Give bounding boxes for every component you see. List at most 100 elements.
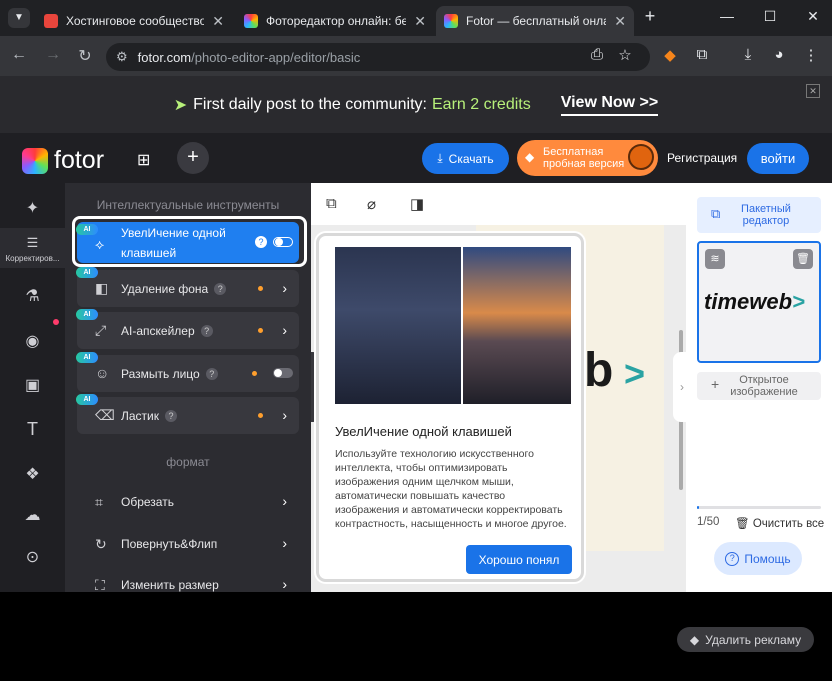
ai-badge: AI [76,267,98,278]
open-image-line1: Открытое [739,374,789,386]
tab-favicon-icon [44,14,58,28]
progress-fill [697,506,700,509]
menu-kebab-icon[interactable]: ⋮ [800,46,822,64]
download-label: Скачать [448,151,494,166]
close-tab-icon[interactable]: ✕ [414,13,426,30]
tool-label: Удаление фона [121,281,209,296]
address-bar[interactable]: ⚙ fotor.com /photo-editor-app/editor/bas… [106,43,650,71]
layers-icon[interactable]: ≋ [705,249,725,269]
resize-label: Изменить размер [121,578,219,592]
crop-item[interactable]: ⌗ Обрезать › [77,487,299,517]
blur-face-toggle[interactable] [273,368,293,378]
profile-avatar-icon[interactable]: ◕ [768,46,790,63]
add-plus-button[interactable]: + [177,142,209,174]
banner-close-icon[interactable]: ✕ [806,84,820,98]
tab-photo-editor[interactable]: Фоторедактор онлайн: бесп ✕ [236,6,434,36]
close-tab-icon[interactable]: ✕ [614,13,626,30]
back-icon[interactable]: ← [8,46,30,64]
install-app-icon[interactable]: ⎙ [586,46,608,63]
tool-label: Размыть лицо [121,366,200,381]
rail-elements-icon[interactable]: ❖ [0,464,65,484]
view-now-link[interactable]: View Now >> [560,94,659,116]
ai-upscaler-tool[interactable]: ⤢ AI-апскейлер ? › [77,312,299,349]
rail-frame-icon[interactable]: ▣ [0,375,65,395]
rotate-flip-item[interactable]: ↻ Повернуть&Флип › [77,529,299,559]
apps-grid-icon[interactable]: ⊞ [137,150,150,170]
erase-tool-icon[interactable]: ⌀ [367,195,376,213]
downloads-icon[interactable]: ⤓ [737,46,759,63]
trash-icon[interactable]: 🗑 [793,249,813,269]
help-question-icon[interactable]: ? [165,409,177,422]
rail-eye-icon[interactable]: ◉ [0,331,65,351]
rail-adjust-tab[interactable]: ☰ Корректиров... [0,228,65,268]
ai-badge: AI [76,352,98,363]
pumpkin-icon [628,144,654,170]
tab-timeweb[interactable]: Хостинговое сообщество «Т ✕ [36,6,232,36]
rail-text-icon[interactable]: T [0,419,65,440]
logo-text: fotor [54,146,105,174]
premium-dot [258,413,263,418]
rail-beaker-icon[interactable]: ⚗ [0,286,65,306]
maximize-icon[interactable]: ☐ [758,8,782,25]
free-trial-button[interactable]: ◆ Бесплатная пробная версия [517,140,658,176]
canvas-image-arrow: > [624,353,646,394]
chevron-right-icon: › [282,280,287,296]
got-it-button[interactable]: Хорошо понял [466,545,572,574]
fotor-logo-icon [22,147,48,174]
trial-label-line2: пробная версия [543,158,625,170]
open-image-button[interactable]: + Открытое изображение [697,372,821,400]
rail-magic-icon[interactable]: ✦ [0,198,65,218]
batch-label-line1: Пакетный [741,203,791,215]
register-link[interactable]: Регистрация [667,151,737,165]
remove-ads-button[interactable]: ◆ Удалить рекламу [677,627,814,652]
rotate-label: Повернуть&Флип [121,537,218,551]
fotor-logo[interactable]: fotor [22,146,104,175]
minimize-icon[interactable]: — [715,8,739,24]
bookmark-star-icon[interactable]: ☆ [614,46,636,64]
chevron-right-icon: › [282,576,287,592]
diamond-icon: ◆ [525,150,535,164]
help-circle-icon: ? [725,551,740,566]
clear-all-label: Очистить все [752,518,825,530]
extensions-icon[interactable]: ⧉ [691,46,713,63]
tab-favicon-icon [244,14,258,28]
batch-editor-button[interactable]: ⧉ Пакетный редактор [697,197,821,233]
remove-bg-icon: ◧ [95,280,109,296]
rotate-icon: ↻ [95,536,107,552]
download-button[interactable]: ⤓ Скачать [422,143,509,174]
image-thumbnail[interactable]: ≋ 🗑 timeweb> [697,241,821,363]
clear-all-button[interactable]: 🗑 Очистить все [735,516,824,530]
tab-fotor-active[interactable]: Fotor — бесплатный онлайн ✕ [436,6,634,36]
remove-bg-tool[interactable]: ◧ Удаление фона ? › [77,270,299,307]
blur-face-tool[interactable]: ☺ Размыть лицо ? [77,355,299,392]
thumbnail-brand: timeweb [704,289,793,314]
thumbnail-arrow: > [792,289,805,314]
notification-dot [53,319,59,325]
chevron-right-icon: › [282,407,287,423]
login-button[interactable]: войти [747,143,809,174]
close-tab-icon[interactable]: ✕ [212,13,224,30]
metamask-extension-icon[interactable]: ◆ [659,46,681,64]
tab-search-button[interactable]: ▼ [8,8,30,28]
resize-item[interactable]: ⛶ Изменить размер › [77,570,299,600]
after-half [461,247,571,404]
site-info-icon[interactable]: ⚙ [116,49,128,65]
close-window-icon[interactable]: ✕ [801,8,825,25]
forward-icon[interactable]: → [42,46,64,64]
rail-upload-icon[interactable]: ☁ [0,505,65,525]
compare-icon[interactable]: ◨ [410,195,424,213]
help-question-icon[interactable]: ? [205,367,218,380]
new-tab-button[interactable]: + [638,6,662,27]
canvas-image-text: b [584,344,614,397]
canvas-toolbar: ⧉ ⌀ ◨ [311,183,686,225]
help-question-icon[interactable]: ? [214,282,227,295]
help-button[interactable]: ? Помощь [714,542,802,575]
fit-screen-icon[interactable]: ⧉ [326,195,337,212]
help-question-icon[interactable]: ? [200,324,213,337]
eraser-tool[interactable]: ⌫ Ластик ? › [77,397,299,434]
batch-label: Пакетный редактор [741,203,791,227]
url-path: /photo-editor-app/editor/basic [191,49,361,65]
reload-icon[interactable]: ↻ [74,46,96,66]
open-image-label: Открытое изображение [730,374,798,398]
rail-more-icon[interactable]: ⊙ [0,547,65,567]
